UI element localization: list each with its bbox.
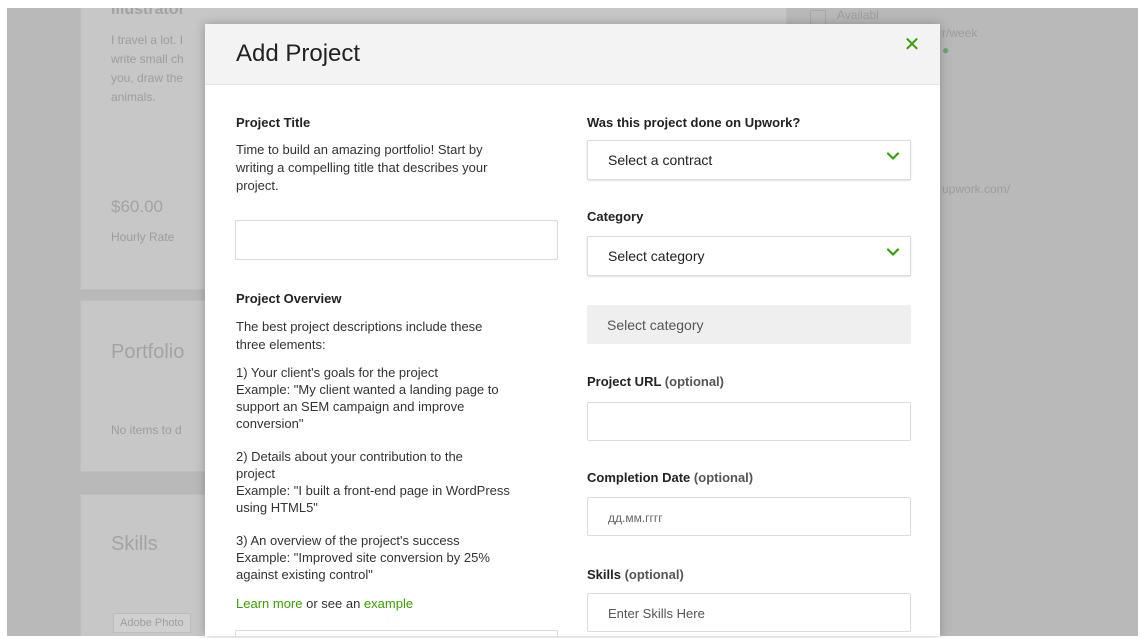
chevron-down-icon — [886, 248, 900, 256]
skill-chip: Adobe Photo — [113, 613, 191, 633]
contract-select[interactable]: Select a contract — [587, 140, 911, 180]
close-icon[interactable]: ✕ — [902, 34, 922, 56]
overview-line: support an SEM campaign and improve — [236, 399, 465, 414]
example-link[interactable]: example — [364, 596, 413, 611]
completion-date-placeholder: дд.мм.гггг — [608, 511, 663, 525]
help-line: project. — [236, 178, 279, 193]
skills-heading: Skills — [111, 533, 158, 555]
project-overview-textarea[interactable] — [235, 630, 558, 638]
optional-tag: (optional) — [664, 374, 725, 389]
overview-intro: The best project descriptions include th… — [236, 318, 556, 354]
help-line: Time to build an amazing portfolio! Star… — [236, 142, 483, 157]
completion-date-input[interactable]: дд.мм.гггг — [587, 497, 911, 536]
skills-label-text: Skills — [587, 567, 621, 582]
help-line: writing a compelling title that describe… — [236, 160, 488, 175]
bio-line: write small ch — [111, 52, 184, 66]
project-overview-label: Project Overview — [236, 291, 342, 306]
overview-line: project — [236, 466, 276, 481]
category-select-value: Select category — [608, 248, 705, 264]
overview-line: Example: "Improved site conversion by 25… — [236, 550, 490, 565]
category-select[interactable]: Select category — [587, 236, 911, 276]
modal-header: Add Project ✕ — [205, 24, 940, 85]
hourly-rate: $60.00 — [111, 197, 163, 216]
overview-line: conversion" — [236, 416, 304, 431]
overview-line: three elements: — [236, 337, 326, 352]
availability-text: Availabl — [837, 8, 879, 22]
skills-label: Skills (optional) — [587, 567, 684, 582]
hourly-rate-label: Hourly Rate — [111, 230, 175, 244]
project-title-help: Time to build an amazing portfolio! Star… — [236, 141, 556, 195]
completion-date-label: Completion Date (optional) — [587, 470, 753, 485]
portfolio-empty-text: No items to d — [111, 423, 182, 437]
completion-date-label-text: Completion Date — [587, 470, 691, 485]
overview-line: using HTML5" — [236, 500, 318, 515]
project-url-input[interactable] — [587, 402, 911, 441]
or-see-an-text: or see an — [302, 596, 364, 611]
skills-placeholder: Enter Skills Here — [608, 606, 705, 621]
project-title-input[interactable] — [235, 220, 558, 260]
profile-url-text: upwork.com/ — [942, 182, 1011, 196]
bio-line: you, draw the — [111, 71, 184, 85]
overview-line: Example: "I built a front-end page in Wo… — [236, 483, 510, 498]
upwork-question-label: Was this project done on Upwork? — [587, 115, 801, 130]
category-label: Category — [587, 209, 644, 224]
subcategory-select-value: Select category — [607, 317, 704, 333]
skills-input[interactable]: Enter Skills Here — [587, 593, 911, 632]
overview-line: 1) Your client's goals for the project — [236, 365, 438, 380]
subcategory-select[interactable]: Select category — [587, 305, 911, 344]
contract-select-value: Select a contract — [608, 152, 713, 168]
project-title-label: Project Title — [236, 115, 311, 130]
learn-more-link[interactable]: Learn more — [236, 596, 302, 611]
chevron-down-icon — [886, 152, 900, 160]
overview-item-2: 2) Details about your contribution to th… — [236, 448, 556, 516]
overview-line: The best project descriptions include th… — [236, 319, 483, 334]
add-project-modal: Add Project ✕ Project Title Time to buil… — [205, 24, 940, 638]
learn-more-row: Learn more or see an example — [236, 595, 556, 613]
project-url-label-text: Project URL — [587, 374, 662, 389]
portfolio-heading: Portfolio — [111, 341, 185, 363]
overview-item-1: 1) Your client's goals for the project E… — [236, 364, 556, 432]
status-dot-icon: ● — [942, 43, 950, 57]
modal-title: Add Project — [236, 40, 361, 67]
overview-item-3: 3) An overview of the project's success … — [236, 532, 556, 583]
overview-line: against existing control" — [236, 567, 373, 582]
optional-tag: (optional) — [693, 470, 754, 485]
bio-line: animals. — [111, 90, 156, 104]
hours-per-week-text: r/week — [942, 26, 978, 40]
overview-line: 2) Details about your contribution to th… — [236, 449, 463, 464]
overview-line: Example: "My client wanted a landing pag… — [236, 382, 499, 397]
optional-tag: (optional) — [624, 567, 684, 582]
profile-title: Illustrator — [111, 8, 185, 18]
bio-line: I travel a lot. I — [111, 33, 184, 47]
project-url-label: Project URL (optional) — [587, 374, 724, 389]
overview-line: 3) An overview of the project's success — [236, 533, 460, 548]
